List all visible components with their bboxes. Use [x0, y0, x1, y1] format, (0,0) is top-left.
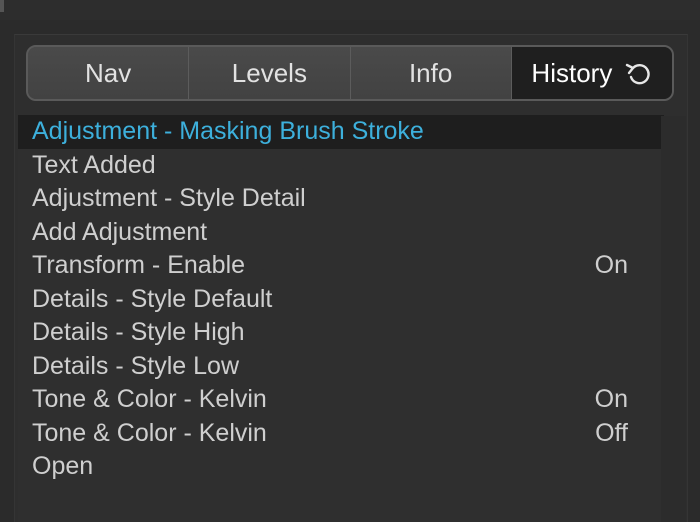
- app-window: Nav Levels Info History Adjustment - Mas…: [0, 0, 700, 522]
- history-item[interactable]: Transform - Enable On: [18, 249, 664, 283]
- history-item-label: Details - Style High: [32, 318, 245, 346]
- history-item-label: Tone & Color - Kelvin: [32, 418, 267, 447]
- tab-nav[interactable]: Nav: [28, 47, 190, 99]
- window-edge-marker: [0, 0, 4, 12]
- history-item[interactable]: Details - Style High: [18, 316, 664, 350]
- panel-right-gutter: [661, 116, 686, 522]
- history-item[interactable]: Tone & Color - Kelvin Off: [18, 417, 664, 451]
- panel-tab-bar: Nav Levels Info History: [26, 45, 674, 101]
- tab-levels[interactable]: Levels: [189, 47, 351, 99]
- history-item[interactable]: Adjustment - Masking Brush Stroke: [18, 115, 664, 149]
- history-item-state: On: [594, 385, 628, 413]
- history-item-label: Tone & Color - Kelvin: [32, 385, 267, 413]
- history-item[interactable]: Adjustment - Style Detail: [18, 182, 664, 216]
- history-item[interactable]: Details - Style Default: [18, 283, 664, 317]
- history-panel: Nav Levels Info History Adjustment - Mas…: [14, 34, 688, 522]
- history-item-state: Off: [595, 418, 628, 447]
- history-item-label: Details - Style Default: [32, 284, 273, 313]
- tab-nav-label: Nav: [85, 57, 132, 88]
- tab-history[interactable]: History: [511, 47, 672, 99]
- tab-info[interactable]: Info: [350, 47, 512, 99]
- history-item[interactable]: Text Added: [18, 149, 664, 183]
- history-item[interactable]: Details - Style Low: [18, 350, 664, 384]
- history-list: Adjustment - Masking Brush Stroke Text A…: [18, 115, 664, 522]
- undo-icon[interactable]: [624, 59, 652, 87]
- tab-levels-label: Levels: [231, 57, 307, 88]
- history-item-label: Adjustment - Masking Brush Stroke: [32, 117, 424, 145]
- tab-info-label: Info: [408, 57, 453, 88]
- history-item-label: Text Added: [32, 150, 156, 179]
- history-item-label: Open: [32, 452, 94, 480]
- history-item[interactable]: Open: [18, 450, 664, 484]
- history-item-label: Adjustment - Style Detail: [32, 184, 306, 212]
- history-item[interactable]: Add Adjustment: [18, 216, 664, 250]
- history-item-label: Add Adjustment: [32, 217, 208, 246]
- history-item[interactable]: Tone & Color - Kelvin On: [18, 383, 664, 417]
- tab-history-label: History: [531, 57, 613, 88]
- history-item-label: Details - Style Low: [32, 351, 240, 380]
- top-strip: [0, 0, 700, 20]
- history-item-label: Transform - Enable: [32, 251, 246, 279]
- history-item-state: On: [594, 251, 628, 279]
